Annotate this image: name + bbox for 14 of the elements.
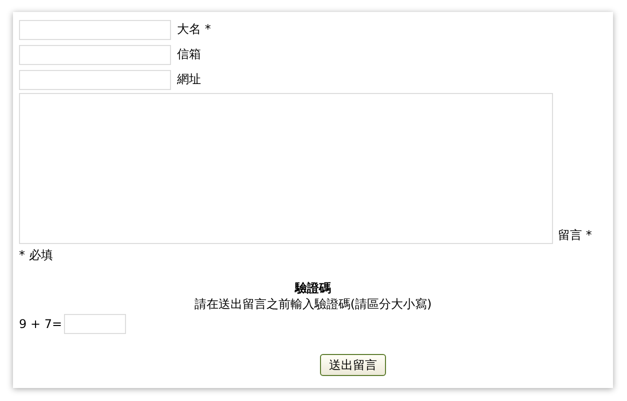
- message-textarea[interactable]: [19, 93, 553, 244]
- submit-button[interactable]: 送出留言: [320, 354, 386, 376]
- input-field[interactable]: [19, 20, 171, 40]
- captcha-title: 驗證碼: [295, 280, 331, 296]
- field-label: 留言 *: [558, 227, 592, 244]
- input-field[interactable]: [19, 70, 171, 90]
- field-label: 信箱: [177, 46, 201, 63]
- field-label: 大名 *: [177, 21, 211, 38]
- captcha-hint: 請在送出留言之前輸入驗證碼(請區分大小寫): [194, 296, 432, 312]
- input-field[interactable]: [19, 44, 171, 64]
- field-label: 網址: [177, 71, 201, 88]
- required-note: * 必填: [19, 248, 54, 262]
- answer-field[interactable]: [64, 314, 126, 334]
- captcha-question: 9 + 7=: [19, 317, 62, 331]
